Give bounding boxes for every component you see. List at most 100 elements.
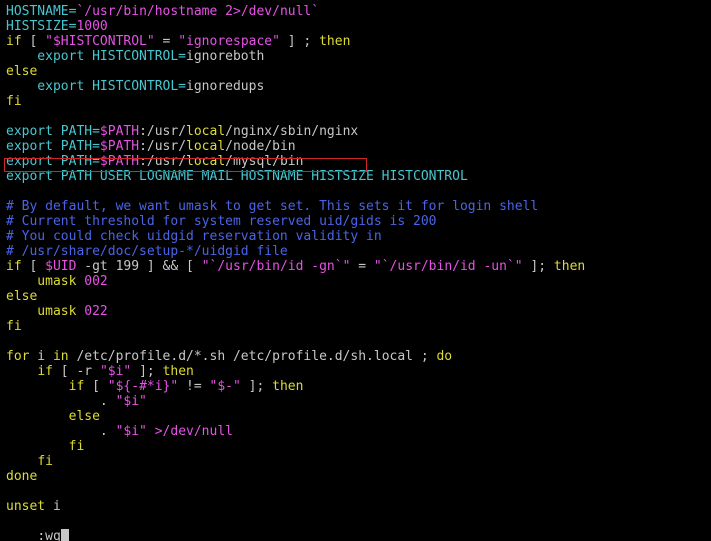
code-line[interactable]: export HISTCONTROL=ignoreboth [6,49,711,64]
editor-buffer[interactable]: HOSTNAME=`/usr/bin/hostname 2>/dev/null`… [6,4,711,514]
code-token: :/usr/ [139,124,187,139]
code-line[interactable]: export PATH USER LOGNAME MAIL HOSTNAME H… [6,169,711,184]
code-token: if [37,364,53,379]
code-line[interactable]: else [6,289,711,304]
code-line[interactable]: # By default, we want umask to get set. … [6,199,711,214]
code-line[interactable]: else [6,409,711,424]
code-token: if [6,34,22,49]
code-token: # You could check uidgid reservation val… [6,229,382,244]
code-token: then [553,259,586,274]
code-token: export PATH= [6,139,100,154]
code-token: 002 [84,274,108,289]
code-line[interactable]: fi [6,94,711,109]
code-line[interactable]: export HISTCONTROL=ignoredups [6,79,711,94]
code-token: "${-#*i}" [107,379,179,394]
code-line[interactable]: if [ -r "$i" ]; then [6,364,711,379]
terminal-window[interactable]: HOSTNAME=`/usr/bin/hostname 2>/dev/null`… [0,0,711,541]
code-line[interactable]: if [ "${-#*i}" != "$-" ]; then [6,379,711,394]
code-token: fi [68,439,85,454]
code-token: then [272,379,304,394]
code-line[interactable] [6,109,711,124]
code-token: export PATH USER LOGNAME MAIL HOSTNAME H… [6,169,468,184]
code-token: ignoreboth [186,49,265,64]
code-token: :/usr/ [139,139,187,154]
code-token: done [6,469,38,484]
code-token: "$-" [209,379,241,394]
code-line[interactable]: export PATH=$PATH:/usr/local/mysql/bin [6,154,711,169]
code-token: /etc/profile.d/*.sh /etc/profile.d/sh.lo… [68,349,437,364]
code-line[interactable]: if [ $UID -gt 199 ] && [ "`/usr/bin/id -… [6,259,711,274]
code-line[interactable]: else [6,64,711,79]
code-line[interactable]: fi [6,319,711,334]
code-line[interactable]: # Current threshold for system reserved … [6,214,711,229]
code-token: "$i" [115,394,147,409]
code-token: "$i" [99,364,132,379]
code-token: ]; [522,259,554,274]
code-token: fi [6,94,22,109]
code-token: export PATH= [6,154,100,169]
code-line[interactable]: # /usr/share/doc/setup-*/uidgid file [6,244,711,259]
code-token: :/usr/ [139,154,187,169]
code-line[interactable] [6,334,711,349]
code-token: export HISTCONTROL= [6,79,187,94]
text-cursor [60,529,69,541]
code-line[interactable] [6,184,711,199]
code-line[interactable]: done [6,469,711,484]
code-token: /nginx/sbin/nginx [225,124,359,139]
code-line[interactable]: . "$i" [6,394,711,409]
code-token: local [186,154,226,169]
code-token: unset [6,499,46,514]
code-line[interactable]: umask 002 [6,274,711,289]
code-token: i [45,499,61,514]
code-token: ]; [131,364,163,379]
code-token: ignoredups [186,79,265,94]
code-token: # By default, we want umask to get set. … [6,199,539,214]
code-line[interactable]: for i in /etc/profile.d/*.sh /etc/profil… [6,349,711,364]
code-token: then [319,34,351,49]
code-line[interactable]: unset i [6,499,711,514]
code-token: else [68,409,100,424]
code-line[interactable]: fi [6,439,711,454]
code-token: . [6,424,116,439]
code-token: $PATH [99,139,140,154]
code-token: else [6,64,38,79]
code-line[interactable]: fi [6,454,711,469]
code-token: "`/usr/bin/id -un`" [373,259,523,274]
code-line[interactable]: HISTSIZE=1000 [6,19,711,34]
code-line[interactable]: umask 022 [6,304,711,319]
code-line[interactable]: export PATH=$PATH:/usr/local/node/bin [6,139,711,154]
code-line[interactable]: # You could check uidgid reservation val… [6,229,711,244]
code-token: "$HISTCONTROL" [45,34,155,49]
code-token: [ [21,34,46,49]
code-token: ]; [240,379,273,394]
code-token: = [154,34,179,49]
command-line[interactable]: :wq [6,514,711,541]
code-token: [ [84,379,108,394]
code-token: for [6,349,30,364]
code-token: do [436,349,453,364]
code-token: # /usr/share/doc/setup-*/uidgid file [6,244,288,259]
code-line[interactable] [6,484,711,499]
code-token: = [350,259,374,274]
code-line[interactable]: HOSTNAME=`/usr/bin/hostname 2>/dev/null` [6,4,711,19]
code-token: export HISTCONTROL= [6,49,187,64]
code-line[interactable]: . "$i" >/dev/null [6,424,711,439]
code-token: $UID [45,259,77,274]
code-line[interactable]: export PATH=$PATH:/usr/local/nginx/sbin/… [6,124,711,139]
code-token: umask [6,304,85,319]
code-token: fi [6,319,22,334]
code-token: /node/bin [225,139,296,154]
code-token: /mysql/bin [225,154,304,169]
code-token: != [178,379,210,394]
code-token: "$i" [115,424,147,439]
code-line[interactable]: if [ "$HISTCONTROL" = "ignorespace" ] ; … [6,34,711,49]
code-token: ] ; [279,34,320,49]
code-token: "ignorespace" [178,34,280,49]
code-token: "`/usr/bin/id -gn`" [201,259,351,274]
code-token: -gt 199 ] && [ [76,259,202,274]
